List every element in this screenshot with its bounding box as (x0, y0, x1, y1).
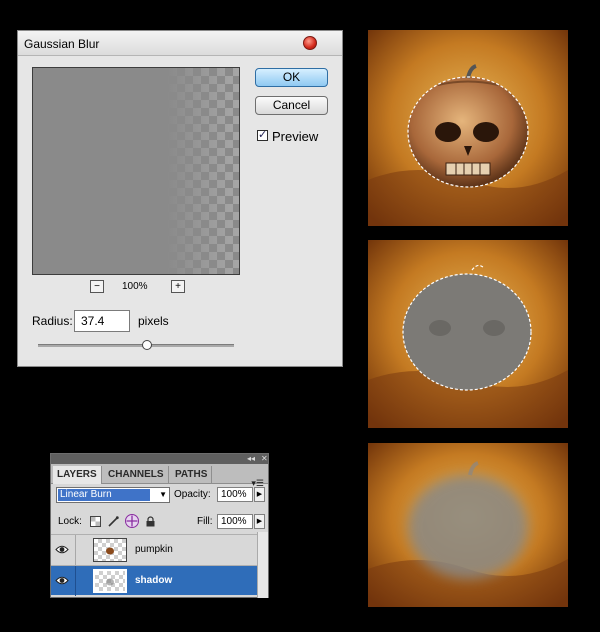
layer-row-pumpkin[interactable]: pumpkin (51, 534, 257, 565)
row-divider (75, 566, 76, 596)
layer-thumbnail (93, 538, 127, 562)
lock-position-move-icon[interactable] (125, 514, 139, 528)
collapse-icon[interactable]: ◂◂ (247, 454, 255, 463)
ok-button[interactable]: OK (255, 68, 328, 87)
fill-stepper[interactable]: ▶ (254, 514, 265, 529)
tab-channels[interactable]: CHANNELS (104, 466, 169, 484)
opacity-stepper[interactable]: ▶ (254, 487, 265, 502)
zoom-out-button[interactable]: − (90, 280, 104, 293)
layer-name[interactable]: shadow (135, 575, 172, 586)
layer-row-shadow[interactable]: shadow (51, 565, 257, 596)
zoom-in-button[interactable]: + (171, 280, 185, 293)
blur-preview-canvas[interactable] (32, 67, 240, 275)
panel-topbar: ◂◂ ✕ (51, 454, 268, 464)
visibility-eye-icon[interactable] (55, 544, 69, 555)
visibility-eye-icon[interactable] (55, 575, 69, 586)
pumpkin-skull-image (368, 30, 568, 226)
lock-all-padlock-icon[interactable] (145, 516, 156, 527)
blend-mode-select[interactable]: Linear Burn ▼ (56, 487, 170, 503)
fill-field[interactable]: 100% (217, 514, 253, 529)
tab-paths[interactable]: PATHS (171, 466, 213, 484)
dialog-title: Gaussian Blur (24, 37, 100, 51)
preview-label: Preview (272, 129, 319, 144)
tab-layers[interactable]: LAYERS (53, 466, 102, 484)
radius-label: Radius: (32, 314, 73, 328)
blurred-shadow-image (368, 443, 568, 607)
shadow-fill-image (368, 240, 568, 428)
row-divider (75, 535, 76, 565)
gaussian-blur-dialog: Gaussian Blur − 100% + OK Cancel ✓ Previ… (17, 30, 343, 367)
radius-input[interactable]: 37.4 (74, 310, 130, 332)
dialog-titlebar[interactable]: Gaussian Blur (18, 31, 342, 56)
panel-tabs: LAYERS CHANNELS PATHS ▾☰ (51, 464, 268, 488)
zoom-value: 100% (122, 281, 148, 292)
close-icon[interactable]: ✕ (261, 454, 268, 463)
fill-label: Fill: (197, 516, 213, 527)
radius-slider-track[interactable] (38, 344, 234, 347)
cancel-button[interactable]: Cancel (255, 96, 328, 115)
lock-label: Lock: (58, 516, 82, 527)
layer-name[interactable]: pumpkin (135, 544, 173, 555)
preview-checkbox[interactable]: ✓ (257, 130, 268, 141)
lock-image-brush-icon[interactable] (108, 516, 119, 527)
close-button[interactable] (303, 36, 317, 50)
blend-mode-value: Linear Burn (58, 489, 150, 501)
opacity-label: Opacity: (174, 489, 211, 500)
chevron-down-icon: ▼ (159, 490, 167, 499)
lock-transparent-icon[interactable] (90, 516, 101, 527)
radius-slider-thumb[interactable] (142, 340, 152, 350)
radius-unit: pixels (138, 314, 169, 328)
layer-thumbnail (93, 569, 127, 593)
layers-scrollbar[interactable] (257, 532, 268, 598)
opacity-field[interactable]: 100% (217, 487, 253, 502)
layers-panel: ◂◂ ✕ LAYERS CHANNELS PATHS ▾☰ Linear Bur… (50, 453, 269, 598)
